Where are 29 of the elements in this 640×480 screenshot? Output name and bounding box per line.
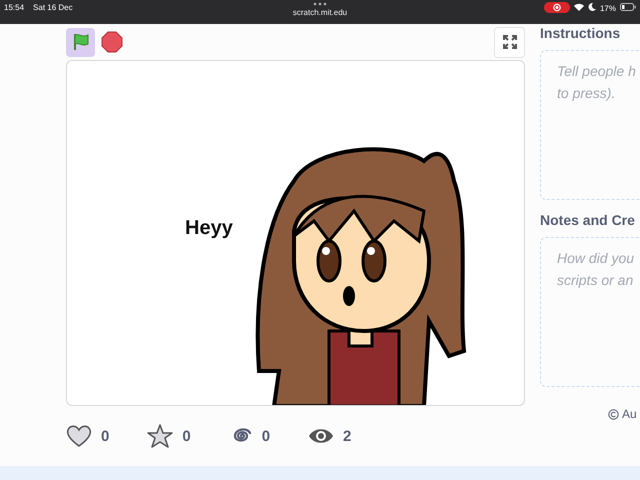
stat-count: 0 (101, 428, 110, 444)
wifi-icon (574, 3, 584, 11)
section-heading: Instructions (540, 25, 622, 41)
placeholder-text: How did you (557, 250, 636, 266)
battery-percent: 17% (600, 4, 616, 13)
stop-icon[interactable] (101, 31, 123, 53)
fullscreen-button[interactable] (494, 26, 525, 58)
license-icon (608, 408, 619, 420)
eye-icon (308, 427, 334, 445)
placeholder-text: to press). (557, 85, 616, 101)
expand-icon (502, 34, 518, 50)
section-heading: Notes and Cre (540, 212, 636, 228)
battery-icon (620, 3, 636, 11)
recording-icon (544, 2, 570, 12)
url-text[interactable]: scratch.mit.edu (292, 8, 348, 17)
star-icon[interactable] (147, 424, 174, 448)
license-text[interactable]: Au (622, 407, 637, 421)
stat-count: 0 (182, 428, 191, 444)
stat-count: 0 (262, 428, 270, 444)
stat-count: 2 (343, 428, 352, 444)
date-text: Sat 16 Dec (33, 3, 73, 12)
placeholder-text: Tell people h (557, 63, 637, 79)
run-button[interactable] (66, 28, 95, 56)
clock-time: 15:54 (4, 3, 24, 12)
speech-text: Heyy (185, 217, 233, 240)
moon-icon (588, 3, 596, 11)
placeholder-text: scripts or an (557, 272, 634, 288)
more-dots-icon[interactable] (313, 2, 327, 6)
heart-icon[interactable] (66, 424, 92, 448)
